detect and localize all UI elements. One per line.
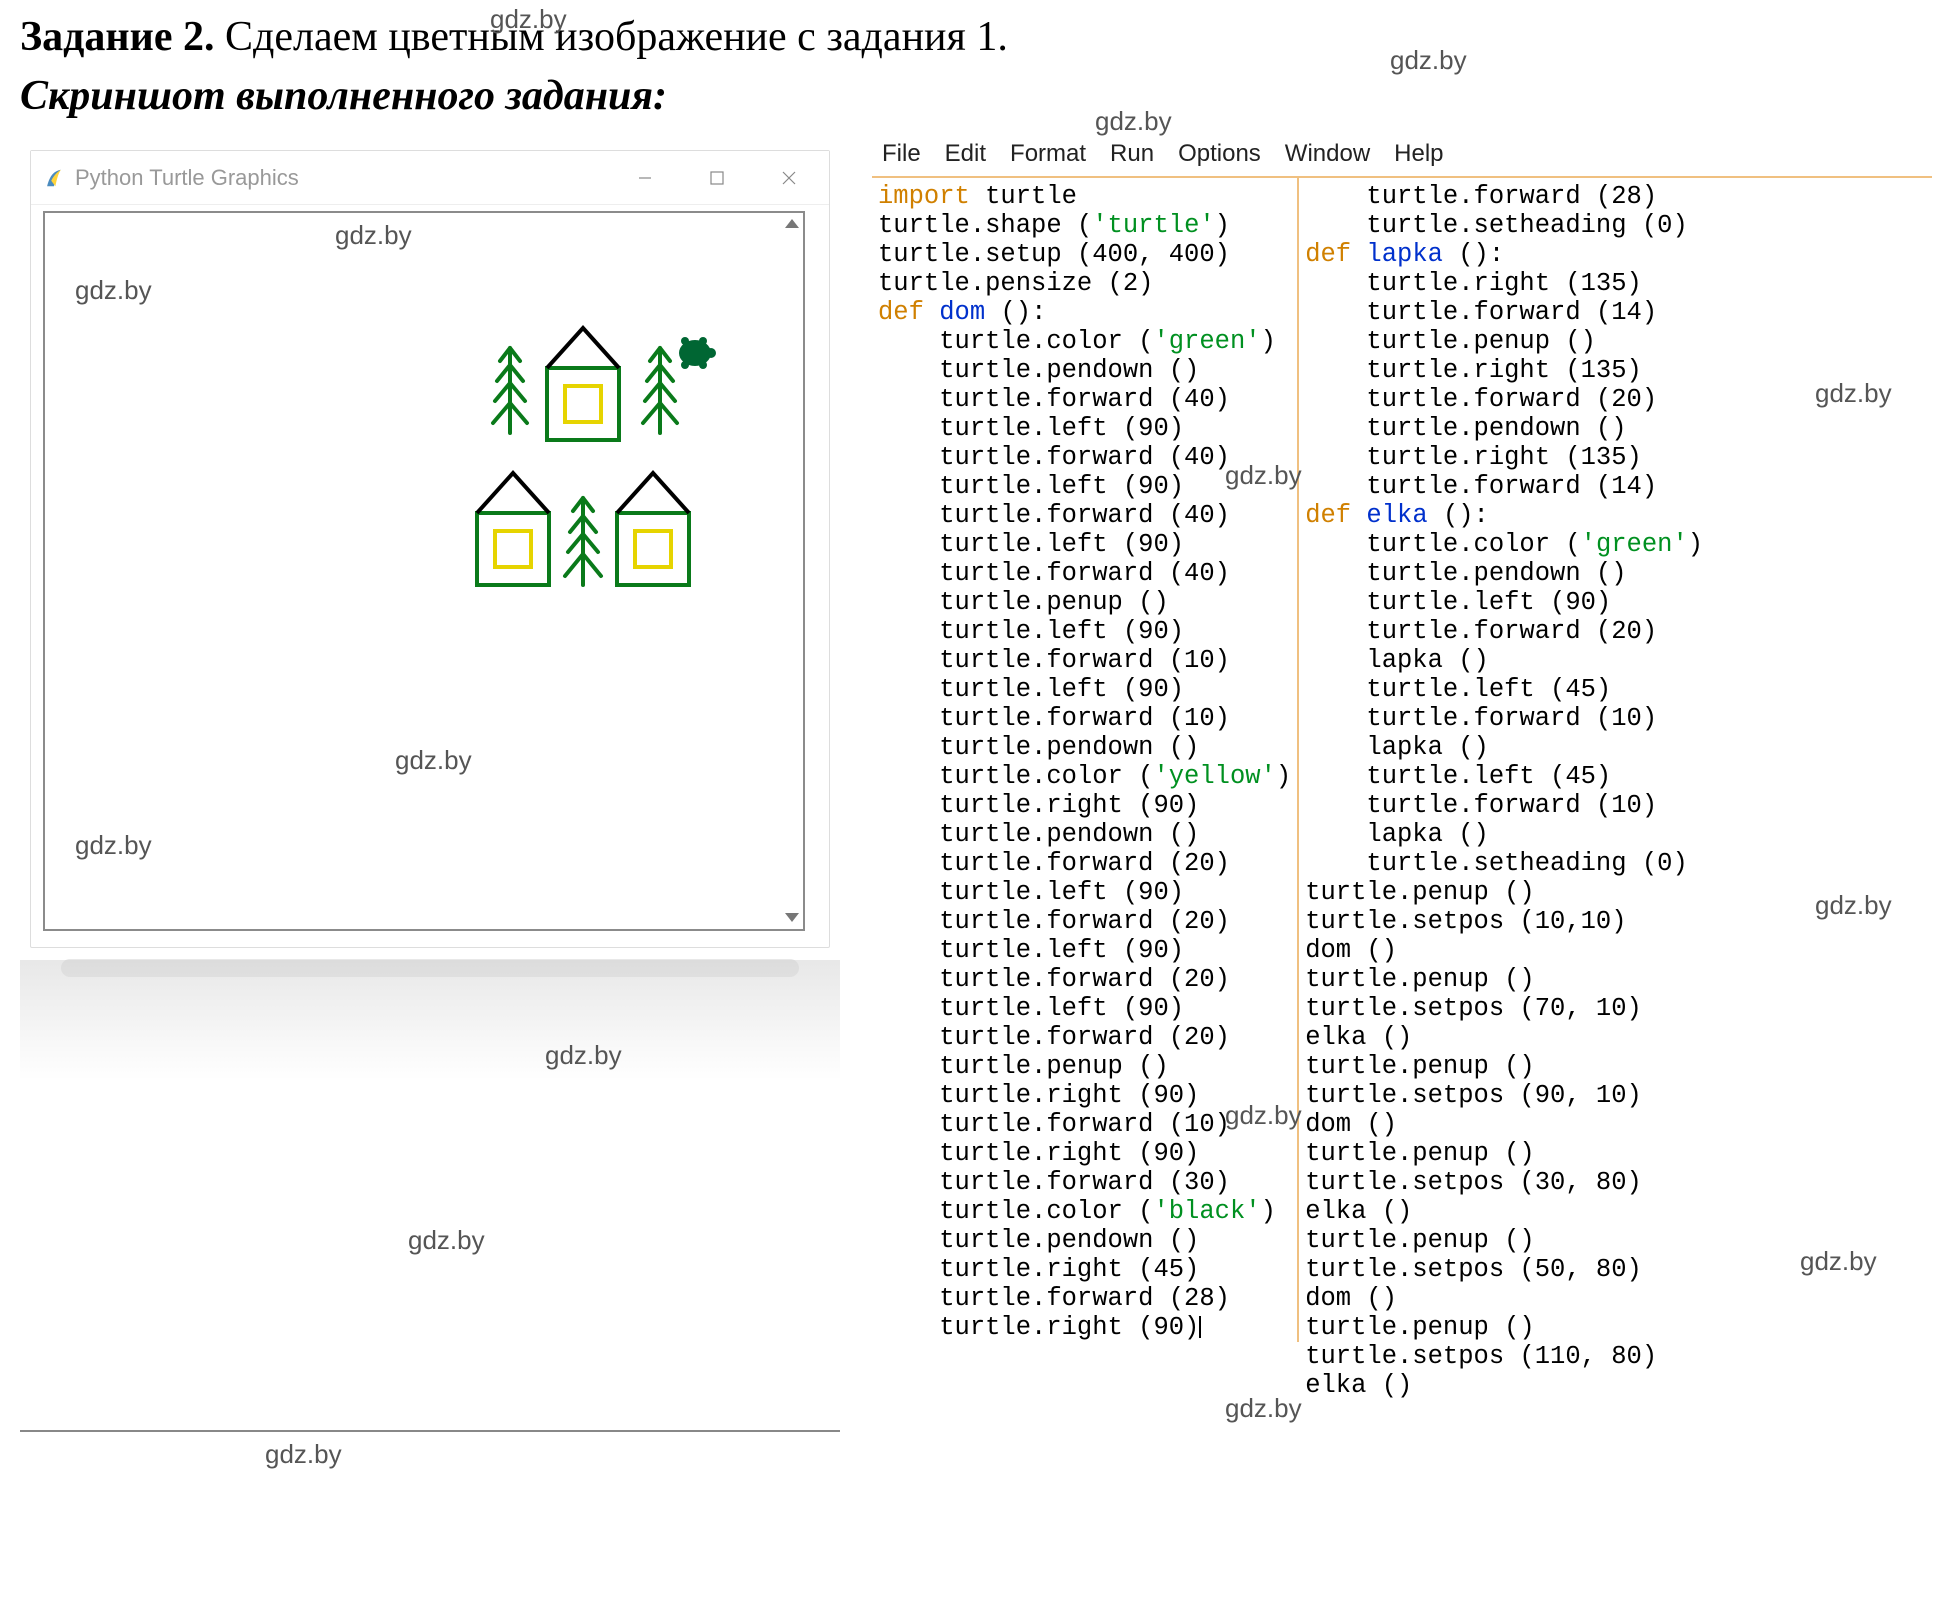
task-label-rest: Сделаем цветным изображение с задания 1. [214,14,1007,60]
code-column-left: import turtle turtle.shape ('turtle') tu… [872,178,1299,1342]
menu-run[interactable]: Run [1110,140,1154,168]
titlebar: Python Turtle Graphics [31,151,829,205]
task-label-bold: Задание 2. [20,14,214,60]
watermark: gdz.by [408,1225,485,1256]
shadow-decoration [20,960,840,1080]
python-feather-icon [43,167,65,189]
menu-file[interactable]: File [882,140,921,168]
menu-window[interactable]: Window [1285,140,1370,168]
turtle-drawing [465,313,805,613]
task-subtitle: Скриншот выполненного задания: [20,67,1880,126]
task-header: Задание 2. Сделаем цветным изображение с… [20,8,1880,126]
task-line-1: Задание 2. Сделаем цветным изображение с… [20,8,1880,67]
code-column-right: turtle.forward (28) turtle.setheading (0… [1299,178,1709,1400]
close-button[interactable] [753,155,825,201]
code-area[interactable]: import turtle turtle.shape ('turtle') tu… [872,178,1932,1400]
turtle-graphics-window: Python Turtle Graphics [30,150,830,948]
watermark: gdz.by [265,1439,342,1470]
maximize-button[interactable] [681,155,753,201]
turtle-canvas [43,211,805,931]
menu-format[interactable]: Format [1010,140,1086,168]
scrollbar-down-arrow[interactable] [783,909,801,927]
text-cursor [1199,1316,1201,1338]
menu-help[interactable]: Help [1394,140,1443,168]
minimize-button[interactable] [609,155,681,201]
bottom-rule [20,1430,840,1432]
menu-options[interactable]: Options [1178,140,1261,168]
scrollbar-up-arrow[interactable] [783,215,801,233]
menu-edit[interactable]: Edit [945,140,986,168]
idle-editor-window: File Edit Format Run Options Window Help… [872,140,1932,1400]
turtle-window-title: Python Turtle Graphics [75,165,609,191]
menubar: File Edit Format Run Options Window Help [872,140,1932,178]
window-buttons [609,155,825,201]
